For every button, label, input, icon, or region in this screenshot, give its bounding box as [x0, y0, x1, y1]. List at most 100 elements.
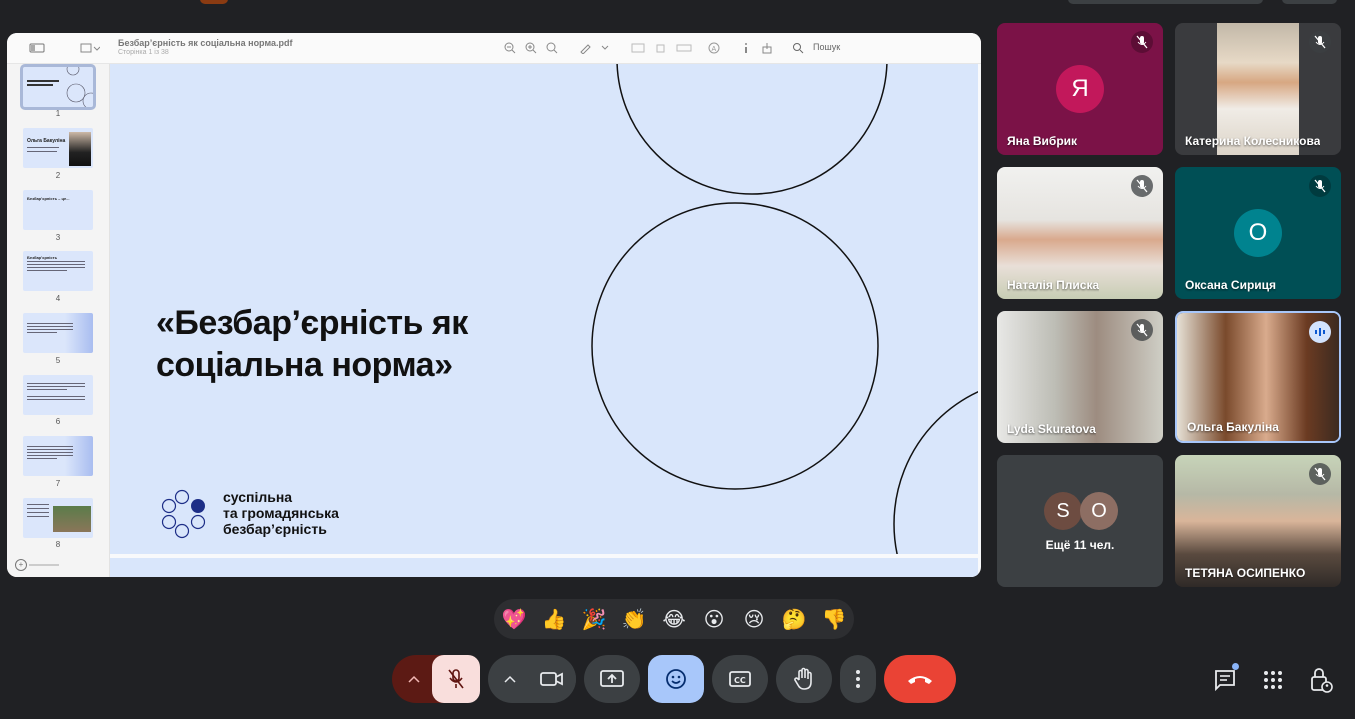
- mic-group: [392, 655, 480, 703]
- reaction-thumbs-up[interactable]: 👍: [540, 606, 568, 632]
- sidebar-toggle-icon[interactable]: [27, 39, 47, 57]
- participant-avatar: S: [1044, 492, 1082, 530]
- search-input[interactable]: Пошук: [813, 42, 840, 52]
- reaction-clapping[interactable]: 👏: [620, 606, 648, 632]
- add-page-icon[interactable]: +: [15, 559, 27, 571]
- markup-icon[interactable]: A: [705, 39, 723, 57]
- chat-button[interactable]: [1211, 663, 1239, 694]
- send-reaction-button[interactable]: [648, 655, 704, 703]
- chevron-down-icon[interactable]: [596, 39, 614, 57]
- participant-avatar: О: [1234, 209, 1282, 257]
- participant-tile[interactable]: Наталія Плиска: [997, 167, 1163, 299]
- present-to-all-icon: [600, 670, 624, 687]
- mic-off-icon: [1131, 175, 1153, 197]
- text-box-icon[interactable]: [629, 39, 647, 57]
- mic-off-icon: [1309, 175, 1331, 197]
- brand-name: суспільна та громадянська безбар’єрність: [223, 489, 339, 537]
- emoji-icon: [666, 669, 686, 689]
- mic-off-icon: [1309, 31, 1331, 53]
- pdf-toolbar: Безбар’єрність як соціальна норма.pdf Ст…: [7, 33, 981, 64]
- thumbnail-page-1[interactable]: [20, 64, 96, 110]
- raise-hand-button[interactable]: [776, 655, 832, 703]
- presentation-stage: Безбар’єрність як соціальна норма.pdf Ст…: [7, 33, 981, 577]
- more-participants-tile[interactable]: S O Ещё 11 чел.: [997, 455, 1163, 587]
- share-icon[interactable]: [758, 39, 776, 57]
- participant-tile[interactable]: Катерина Колесникова: [1175, 23, 1341, 155]
- thumbnail-number: 2: [55, 171, 61, 180]
- reaction-sparkling-heart[interactable]: 💖: [500, 606, 528, 632]
- reaction-surprised[interactable]: 😮: [700, 606, 728, 632]
- thumbnail-number: 3: [55, 233, 61, 242]
- thumbnail-title: Безбар’єрність: [27, 255, 58, 260]
- top-bar-fragment: [1282, 0, 1337, 4]
- participant-tile-active-speaker[interactable]: Ольга Бакуліна: [1175, 311, 1341, 443]
- chat-notification-dot: [1232, 663, 1239, 670]
- leave-call-button[interactable]: [884, 655, 956, 703]
- camera-group: [488, 655, 576, 703]
- reaction-thumbs-down[interactable]: 👎: [820, 606, 848, 632]
- audio-options-chevron-up-icon[interactable]: [400, 667, 428, 691]
- annotate-pen-icon[interactable]: [576, 39, 594, 57]
- more-participants-label: Ещё 11 чел.: [1045, 538, 1115, 552]
- participant-tile[interactable]: ТЕТЯНА ОСИПЕНКО: [1175, 455, 1341, 587]
- reaction-crying[interactable]: 😢: [740, 606, 768, 632]
- thumbnail-page-3[interactable]: Безбар’єрність – це...: [23, 190, 93, 230]
- more-options-button[interactable]: [840, 655, 876, 703]
- participant-name: Оксана Сириця: [1185, 278, 1277, 292]
- zoom-in-icon[interactable]: [522, 39, 540, 57]
- host-controls-button[interactable]: [1307, 666, 1335, 694]
- camera-button[interactable]: [528, 655, 576, 703]
- reaction-party-popper[interactable]: 🎉: [580, 606, 608, 632]
- slide-title-line: соціальна норма»: [156, 346, 453, 384]
- svg-text:CC: CC: [734, 676, 746, 685]
- mic-off-button[interactable]: [432, 655, 480, 703]
- thumbnail-page-2[interactable]: Ольга Бакуліна: [23, 128, 93, 168]
- captions-button[interactable]: CC: [712, 655, 768, 703]
- thumbnail-page-7[interactable]: [23, 436, 93, 476]
- participant-tile[interactable]: О Оксана Сириця: [1175, 167, 1341, 299]
- thumbnail-page-8[interactable]: [23, 498, 93, 538]
- reaction-tears-of-joy[interactable]: 😂: [660, 606, 688, 632]
- slide-title-line: «Безбар’єрність як: [156, 304, 468, 342]
- participant-name: Lyda Skuratova: [1007, 422, 1096, 436]
- hand-icon: [794, 667, 812, 690]
- participant-name: Ольга Бакуліна: [1187, 420, 1279, 434]
- shape-icon[interactable]: [652, 39, 670, 57]
- thumbnail-sidebar: 1 Ольга Бакуліна 2 Безбар’єрність – це..…: [7, 64, 110, 577]
- participant-name: Катерина Колесникова: [1185, 134, 1321, 148]
- brand-line: та громадянська: [223, 505, 339, 521]
- videocam-icon: [540, 672, 563, 686]
- video-options-chevron-up-icon[interactable]: [496, 667, 524, 691]
- lock-person-icon: [1311, 668, 1333, 693]
- speaking-indicator-icon: [1309, 321, 1331, 343]
- thumbnail-number: 6: [55, 417, 61, 426]
- participant-name: Яна Вибрик: [1007, 134, 1078, 148]
- info-icon[interactable]: [737, 39, 755, 57]
- mic-off-icon: [448, 669, 464, 689]
- mic-off-icon: [1131, 319, 1153, 341]
- sign-icon[interactable]: [675, 39, 693, 57]
- participant-name: ТЕТЯНА ОСИПЕНКО: [1185, 566, 1306, 580]
- zoom-fit-icon[interactable]: [543, 39, 561, 57]
- view-options-icon[interactable]: [79, 39, 101, 57]
- zoom-out-icon[interactable]: [501, 39, 519, 57]
- reactions-bar: 💖 👍 🎉 👏 😂 😮 😢 🤔 👎: [494, 599, 854, 639]
- brand-line: безбар’єрність: [223, 521, 327, 537]
- present-screen-button[interactable]: [584, 655, 640, 703]
- participant-tile[interactable]: Lyda Skuratova: [997, 311, 1163, 443]
- more-vert-icon: [856, 670, 860, 688]
- mic-off-icon: [1131, 31, 1153, 53]
- activities-button[interactable]: [1259, 666, 1287, 694]
- thumbnail-number: 1: [55, 109, 61, 118]
- top-bar-fragment: [1068, 0, 1263, 4]
- search-icon[interactable]: [789, 39, 807, 57]
- thumbnail-page-6[interactable]: [23, 375, 93, 415]
- reaction-thinking[interactable]: 🤔: [780, 606, 808, 632]
- thumbnail-number: 8: [55, 540, 61, 549]
- thumbnail-page-4[interactable]: Безбар’єрність: [23, 251, 93, 291]
- participant-name: Наталія Плиска: [1007, 278, 1100, 292]
- participant-tile[interactable]: Я Яна Вибрик: [997, 23, 1163, 155]
- thumbnail-page-5[interactable]: [23, 313, 93, 353]
- chat-icon: [1215, 670, 1235, 692]
- participant-avatar: Я: [1056, 65, 1104, 113]
